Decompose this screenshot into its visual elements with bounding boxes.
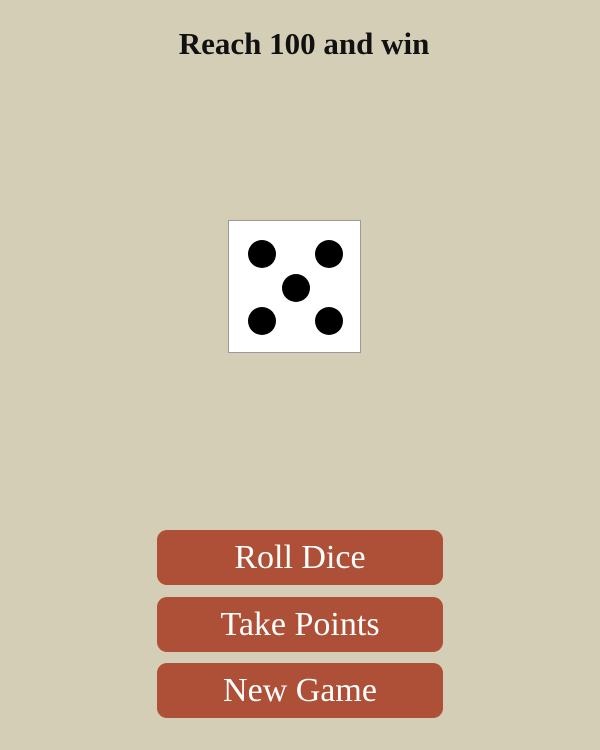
dice-pip [282, 274, 310, 302]
game-title: Reach 100 and win [178, 26, 430, 61]
dice-pip [248, 240, 276, 268]
roll-dice-button[interactable]: Roll Dice [157, 530, 443, 585]
dice-pip [315, 307, 343, 335]
dice-pip [248, 307, 276, 335]
take-points-button[interactable]: Take Points [157, 597, 443, 652]
dice-pip [315, 240, 343, 268]
new-game-button[interactable]: New Game [157, 663, 443, 718]
dice-face-five [228, 220, 361, 353]
